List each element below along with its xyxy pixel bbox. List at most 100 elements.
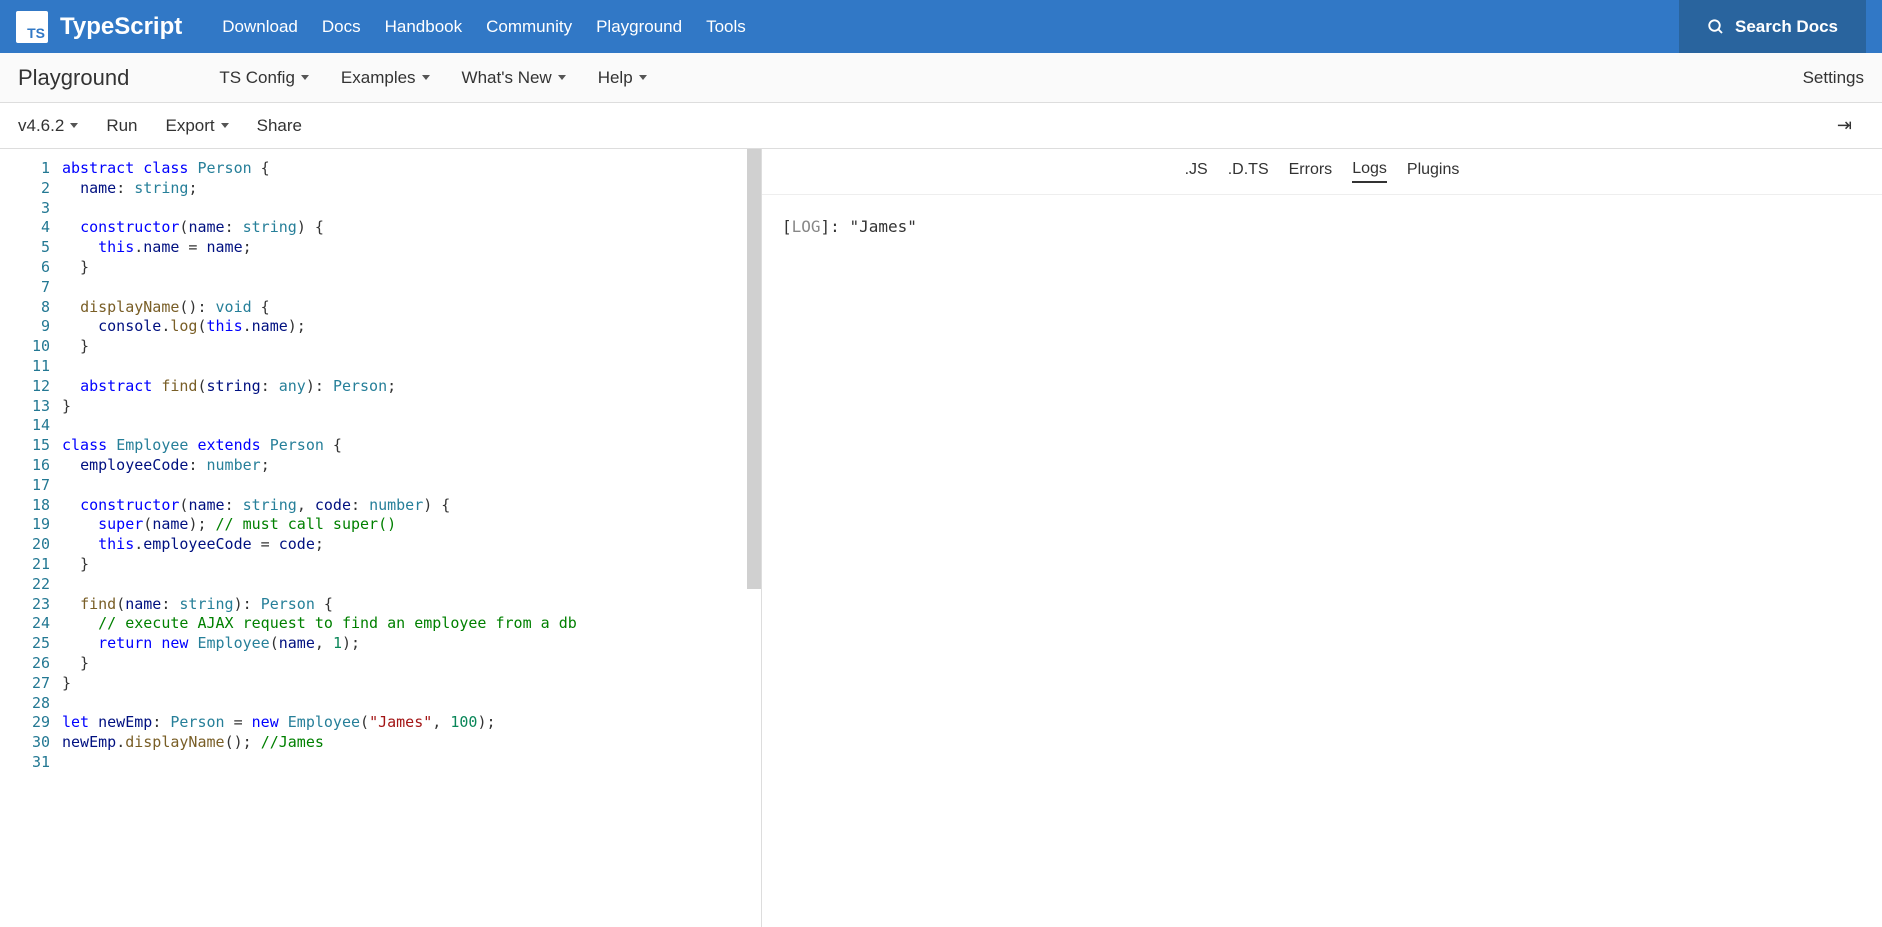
code-line[interactable] [62, 575, 761, 595]
code-line[interactable]: class Employee extends Person { [62, 436, 761, 456]
subnav-ts-config[interactable]: TS Config [219, 68, 309, 88]
nav-link-download[interactable]: Download [222, 17, 298, 37]
version-selector[interactable]: v4.6.2 [18, 116, 78, 136]
code-line[interactable]: } [62, 654, 761, 674]
scrollbar-thumb[interactable] [747, 149, 761, 589]
code-line[interactable]: } [62, 337, 761, 357]
code-line[interactable] [62, 199, 761, 219]
line-number: 8 [0, 298, 50, 318]
code-line[interactable] [62, 416, 761, 436]
export-button[interactable]: Export [166, 116, 229, 136]
nav-link-community[interactable]: Community [486, 17, 572, 37]
run-button[interactable]: Run [106, 116, 137, 136]
nav-links: Download Docs Handbook Community Playground T… [222, 17, 1679, 37]
code-line[interactable]: this.employeeCode = code; [62, 535, 761, 555]
chevron-down-icon [221, 123, 229, 128]
output-tab-plugins[interactable]: Plugins [1407, 161, 1459, 182]
line-number: 18 [0, 496, 50, 516]
editor-scrollbar[interactable] [747, 149, 761, 927]
code-line[interactable]: newEmp.displayName(); //James [62, 733, 761, 753]
output-tabs: .JS .D.TS Errors Logs Plugins [762, 149, 1882, 195]
line-number: 11 [0, 357, 50, 377]
editor-toolbar: v4.6.2 Run Export Share ⇥ [0, 103, 1882, 149]
code-line[interactable] [62, 476, 761, 496]
line-number: 7 [0, 278, 50, 298]
line-number-gutter: 1234567891011121314151617181920212223242… [0, 149, 62, 927]
line-number: 13 [0, 397, 50, 417]
line-number: 4 [0, 218, 50, 238]
chevron-down-icon [70, 123, 78, 128]
output-tab-js[interactable]: .JS [1185, 161, 1208, 182]
line-number: 31 [0, 753, 50, 773]
line-number: 10 [0, 337, 50, 357]
chevron-down-icon [422, 75, 430, 80]
code-line[interactable]: } [62, 674, 761, 694]
output-tab-errors[interactable]: Errors [1289, 161, 1333, 182]
code-line[interactable]: constructor(name: string) { [62, 218, 761, 238]
chevron-down-icon [301, 75, 309, 80]
search-docs-button[interactable]: Search Docs [1679, 0, 1866, 53]
code-line[interactable]: employeeCode: number; [62, 456, 761, 476]
code-line[interactable]: name: string; [62, 179, 761, 199]
code-line[interactable]: console.log(this.name); [62, 317, 761, 337]
line-number: 30 [0, 733, 50, 753]
code-line[interactable]: super(name); // must call super() [62, 515, 761, 535]
search-icon [1707, 18, 1725, 36]
log-output: [LOG]: "James" [762, 195, 1882, 258]
line-number: 25 [0, 634, 50, 654]
subnav-what-s-new[interactable]: What's New [462, 68, 566, 88]
nav-link-handbook[interactable]: Handbook [385, 17, 463, 37]
line-number: 14 [0, 416, 50, 436]
code-line[interactable] [62, 278, 761, 298]
line-number: 19 [0, 515, 50, 535]
code-line[interactable]: abstract find(string: any): Person; [62, 377, 761, 397]
nav-link-tools[interactable]: Tools [706, 17, 746, 37]
chevron-down-icon [558, 75, 566, 80]
code-line[interactable]: // execute AJAX request to find an emplo… [62, 614, 761, 634]
line-number: 17 [0, 476, 50, 496]
code-line[interactable]: } [62, 555, 761, 575]
line-number: 29 [0, 713, 50, 733]
nav-link-playground[interactable]: Playground [596, 17, 682, 37]
line-number: 12 [0, 377, 50, 397]
line-number: 22 [0, 575, 50, 595]
chevron-down-icon [639, 75, 647, 80]
code-line[interactable]: find(name: string): Person { [62, 595, 761, 615]
line-number: 23 [0, 595, 50, 615]
settings-link[interactable]: Settings [1803, 68, 1864, 88]
line-number: 20 [0, 535, 50, 555]
line-number: 9 [0, 317, 50, 337]
code-line[interactable] [62, 357, 761, 377]
code-line[interactable]: return new Employee(name, 1); [62, 634, 761, 654]
code-line[interactable]: } [62, 258, 761, 278]
typescript-logo[interactable]: TS [16, 11, 48, 43]
code-line[interactable]: constructor(name: string, code: number) … [62, 496, 761, 516]
code-line[interactable] [62, 753, 761, 773]
line-number: 26 [0, 654, 50, 674]
subnav-examples[interactable]: Examples [341, 68, 430, 88]
line-number: 21 [0, 555, 50, 575]
line-number: 5 [0, 238, 50, 258]
nav-link-docs[interactable]: Docs [322, 17, 361, 37]
line-number: 6 [0, 258, 50, 278]
top-nav: TS TypeScript Download Docs Handbook Commun… [0, 0, 1882, 53]
brand-title[interactable]: TypeScript [60, 13, 182, 41]
code-line[interactable]: displayName(): void { [62, 298, 761, 318]
code-editor[interactable]: abstract class Person { name: string; co… [62, 149, 761, 927]
code-line[interactable]: this.name = name; [62, 238, 761, 258]
search-label: Search Docs [1735, 17, 1838, 37]
code-line[interactable] [62, 694, 761, 714]
page-title: Playground [18, 65, 129, 91]
code-line[interactable]: } [62, 397, 761, 417]
code-line[interactable]: abstract class Person { [62, 159, 761, 179]
line-number: 3 [0, 199, 50, 219]
output-tab-logs[interactable]: Logs [1352, 160, 1387, 183]
subnav-help[interactable]: Help [598, 68, 647, 88]
output-tab-dts[interactable]: .D.TS [1228, 161, 1269, 182]
collapse-right-icon[interactable]: ⇥ [1837, 115, 1864, 136]
share-button[interactable]: Share [257, 116, 302, 136]
sub-nav-links: TS Config Examples What's New Help [219, 68, 1802, 88]
main-area: 1234567891011121314151617181920212223242… [0, 149, 1882, 927]
line-number: 24 [0, 614, 50, 634]
code-line[interactable]: let newEmp: Person = new Employee("James… [62, 713, 761, 733]
